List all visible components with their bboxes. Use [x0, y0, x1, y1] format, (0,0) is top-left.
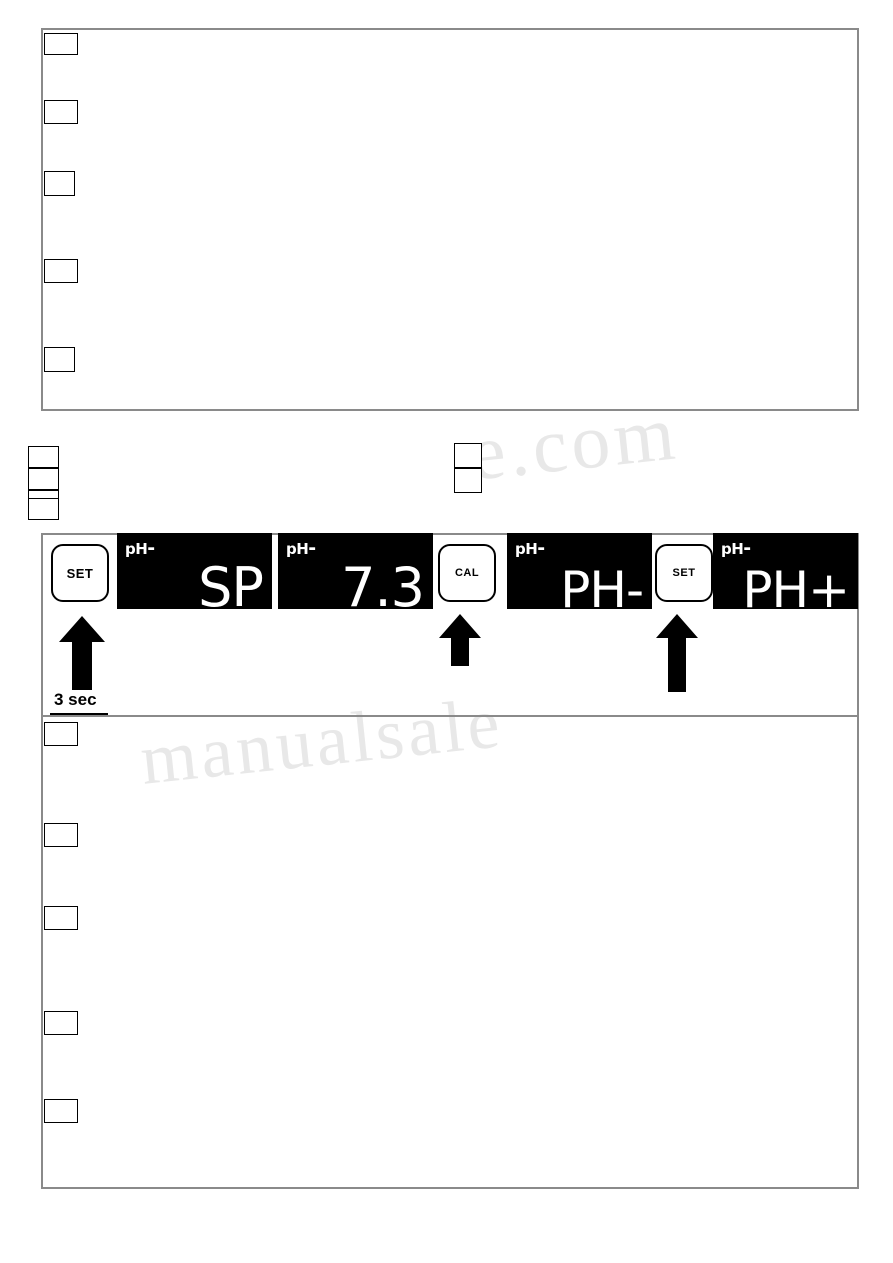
cal-button[interactable]: CAL [438, 544, 496, 602]
bullet-box-top-5 [44, 347, 75, 372]
instructions-panel-top [41, 28, 859, 411]
bullet-box-top-3 [44, 171, 75, 196]
lcd-unit-label-3: pH- [515, 537, 545, 559]
lcd-value-3: PH- [560, 561, 644, 609]
bullet-box-bottom-3 [44, 906, 78, 930]
up-arrow-cal [438, 614, 482, 666]
mid-box-right-2 [454, 468, 482, 493]
calibration-step-sequence: SET pH- SP pH- 7.3 CAL pH- PH- SET pH- P… [41, 533, 859, 615]
lcd-display-ph-minus: pH- PH- [507, 533, 652, 609]
lcd-display-sp: pH- SP [117, 533, 272, 609]
bullet-box-top-2 [44, 100, 78, 124]
mid-box-right-1 [454, 443, 482, 468]
bullet-box-bottom-1 [44, 722, 78, 746]
bullet-box-top-4 [44, 259, 78, 283]
lcd-value-1: SP [198, 556, 264, 610]
mid-box-left-2 [28, 468, 59, 490]
lcd-display-value: pH- 7.3 [278, 533, 433, 609]
mid-box-left-4 [28, 498, 59, 520]
lcd-unit-label-4: pH- [721, 537, 751, 559]
bullet-box-top-1 [44, 33, 78, 55]
lcd-display-ph-plus: pH- PH+ [713, 533, 858, 609]
up-arrow-set-1 [58, 616, 106, 690]
lcd-unit-label-1: pH- [125, 537, 155, 559]
lcd-value-2: 7.3 [341, 556, 425, 610]
set-button-2[interactable]: SET [655, 544, 713, 602]
up-arrow-set-2 [655, 614, 699, 692]
set-button-1[interactable]: SET [51, 544, 109, 602]
bullet-box-bottom-2 [44, 823, 78, 847]
hold-duration-label: 3 sec [52, 690, 99, 710]
lcd-unit-label-2: pH- [286, 537, 316, 559]
lcd-value-4: PH+ [742, 561, 850, 609]
mid-box-left-1 [28, 446, 59, 468]
bullet-box-bottom-5 [44, 1099, 78, 1123]
instructions-panel-bottom [41, 715, 859, 1189]
hold-duration-underline [50, 713, 108, 715]
bullet-box-bottom-4 [44, 1011, 78, 1035]
